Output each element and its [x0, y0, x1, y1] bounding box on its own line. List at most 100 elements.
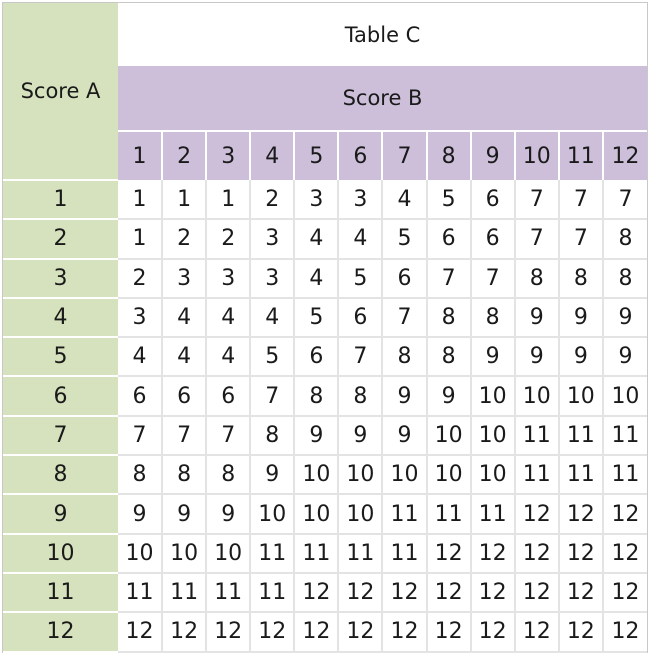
table-cell: 9	[294, 415, 340, 457]
row-header: 6	[3, 376, 118, 417]
table-cell: 3	[250, 258, 296, 299]
table-cell: 1	[118, 219, 164, 260]
table-cell: 8	[426, 297, 472, 339]
table-cell: 12	[250, 612, 296, 653]
table-cell: 8	[470, 297, 516, 339]
table-cell: 2	[118, 258, 164, 299]
table-cell: 6	[162, 376, 208, 417]
table-cell: 7	[558, 180, 604, 221]
table-cell: 2	[206, 219, 252, 260]
table-row: 4344456788999	[3, 297, 648, 339]
table-cell: 12	[602, 533, 648, 574]
table-cell: 9	[338, 415, 384, 457]
table-cell: 2	[162, 219, 208, 260]
column-header: 6	[338, 130, 384, 180]
table-cell: 12	[382, 572, 428, 614]
row-header: 4	[3, 297, 118, 339]
table-cell: 12	[558, 533, 604, 574]
table-cell: 12	[118, 612, 164, 653]
table-cell: 9	[558, 297, 604, 339]
table-row: 9 9 9 9 10 10 10 11 11 11 12 12 12	[3, 494, 648, 535]
table-cell: 1	[118, 180, 164, 221]
row-header: 2	[3, 219, 118, 260]
table-cell: 12	[558, 572, 604, 614]
table-cell: 4	[206, 337, 252, 378]
table-cell: 12	[338, 572, 384, 614]
table-cell: 12	[294, 572, 340, 614]
table-cell: 6	[294, 337, 340, 378]
table-cell: 9	[118, 494, 164, 535]
column-header: 9	[470, 130, 516, 180]
table-row: 3233345677888	[3, 258, 648, 299]
table-cell: 11	[382, 533, 428, 574]
table-cell: 7	[250, 376, 296, 417]
column-header: 3	[206, 130, 252, 180]
table-cell: 12	[558, 494, 604, 535]
table-cell: 11	[162, 572, 208, 614]
table-cell: 10	[382, 455, 428, 496]
table-cell: 12	[206, 612, 252, 653]
table-cell: 10	[294, 494, 340, 535]
table-cell: 4	[294, 258, 340, 299]
row-header: 11	[3, 572, 118, 614]
table-cell: 3	[338, 180, 384, 221]
table-cell: 10	[338, 494, 384, 535]
table-cell: 6	[206, 376, 252, 417]
table-cell: 7	[558, 219, 604, 260]
table-cell: 10	[602, 376, 648, 417]
table-cell: 6	[382, 258, 428, 299]
table-cell: 4	[162, 337, 208, 378]
table-cell: 7	[338, 337, 384, 378]
table-cell: 11	[514, 415, 560, 457]
column-header: 8	[426, 130, 472, 180]
row-header: 12	[3, 612, 118, 653]
table-cell: 3	[294, 180, 340, 221]
table-cell: 10	[470, 455, 516, 496]
table-cell: 7	[602, 180, 648, 221]
table-cell: 7	[118, 415, 164, 457]
table-row: 2122344566778	[3, 219, 648, 260]
table-cell: 9	[514, 337, 560, 378]
table-cell: 8	[382, 337, 428, 378]
table-cell: 10	[206, 533, 252, 574]
table-cell: 7	[426, 258, 472, 299]
table-cell: 5	[338, 258, 384, 299]
table-cell: 9	[602, 297, 648, 339]
table-cell: 9	[426, 376, 472, 417]
table-cell: 12	[514, 533, 560, 574]
table-cell: 12	[470, 612, 516, 653]
table-row: 1111233456777	[3, 180, 648, 221]
column-header: 4	[250, 130, 296, 180]
table-cell: 8	[514, 258, 560, 299]
table-cell: 11	[250, 533, 296, 574]
table-cell: 9	[602, 337, 648, 378]
table-cell: 4	[162, 297, 208, 339]
table-cell: 12	[514, 612, 560, 653]
table-cell: 8	[250, 415, 296, 457]
table-cell: 12	[426, 572, 472, 614]
table-cell: 7	[514, 219, 560, 260]
table-cell: 6	[118, 376, 164, 417]
table-cell: 12	[602, 494, 648, 535]
table-cell: 12	[602, 612, 648, 653]
row-header: 10	[3, 533, 118, 574]
table-cell: 12	[558, 612, 604, 653]
table-cell: 9	[382, 376, 428, 417]
table-cell: 10	[470, 415, 516, 457]
table-cell: 9	[382, 415, 428, 457]
column-header: 1	[118, 130, 164, 180]
column-header: 5	[294, 130, 340, 180]
row-header: 8	[3, 455, 118, 496]
table-row: 11 11 11 11 11 12 12 12 12 12 12 12 12	[3, 572, 648, 614]
table-cell: 5	[250, 337, 296, 378]
table-cell: 4	[382, 180, 428, 221]
row-header: 3	[3, 258, 118, 299]
table-row: 5444567889999	[3, 337, 648, 378]
table-cell: 11	[250, 572, 296, 614]
table-cell: 11	[338, 533, 384, 574]
table-cell: 9	[206, 494, 252, 535]
table-cell: 4	[118, 337, 164, 378]
table-cell: 11	[602, 455, 648, 496]
table-cell: 11	[514, 455, 560, 496]
table-cell: 5	[426, 180, 472, 221]
